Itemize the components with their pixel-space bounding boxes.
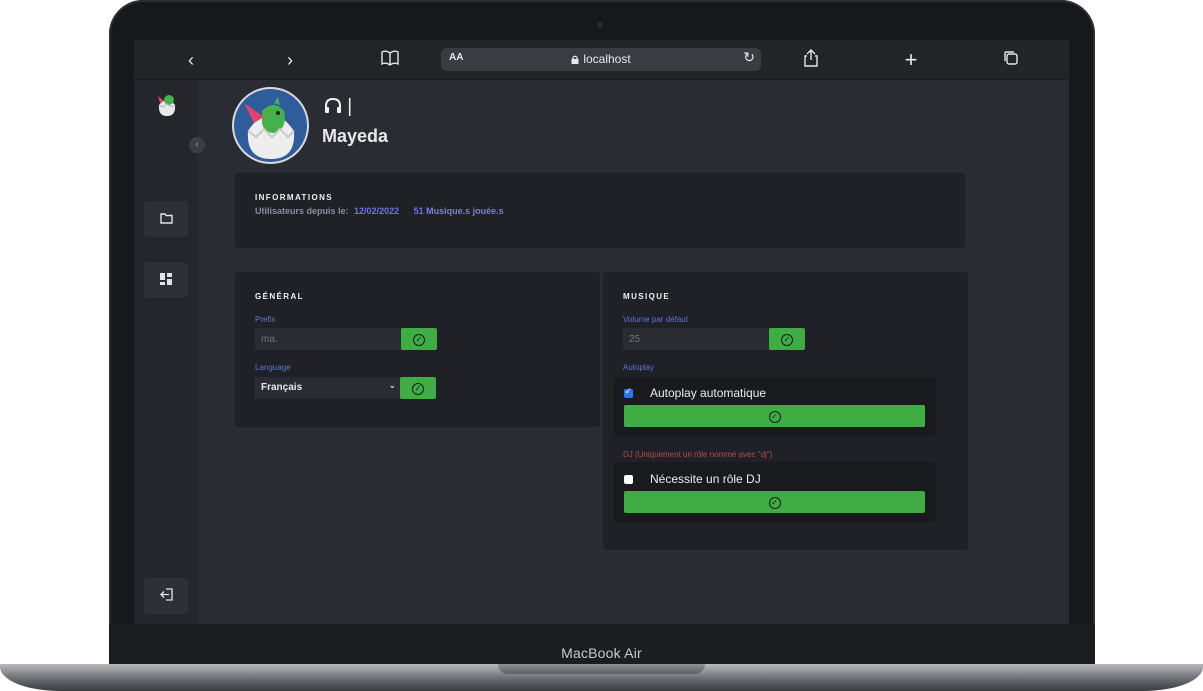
sidebar-item-servers[interactable] bbox=[144, 201, 188, 237]
musique-title: MUSIQUE bbox=[623, 292, 671, 301]
user-tag-line: | bbox=[324, 96, 352, 118]
folder-icon bbox=[159, 213, 173, 224]
sidebar-item-dashboard[interactable] bbox=[144, 262, 188, 298]
reload-icon[interactable]: ↻ bbox=[743, 49, 755, 66]
headphones-icon bbox=[325, 97, 341, 113]
tabs-overview-icon[interactable] bbox=[1000, 49, 1022, 71]
sidebar: ‹ bbox=[134, 80, 205, 624]
dragon-egg-logo-icon bbox=[158, 95, 176, 116]
informations-card: INFORMATIONS Utilisateurs depuis le: 12/… bbox=[235, 173, 965, 248]
user-name: Mayeda bbox=[322, 126, 389, 146]
dragon-avatar-icon bbox=[244, 97, 295, 159]
url-label: localhost bbox=[583, 52, 631, 66]
dashboard-icon bbox=[160, 273, 172, 285]
autoplay-checkbox-label: Autoplay automatique bbox=[650, 386, 767, 400]
dj-group: Nécessite un rôle DJ ✓ bbox=[614, 462, 936, 522]
url-text: localhost bbox=[441, 52, 761, 66]
app-logo[interactable] bbox=[154, 92, 180, 118]
share-arrow-icon bbox=[804, 49, 818, 67]
browser-toolbar: ‹ › AA localhost ↻ + bbox=[134, 40, 1069, 80]
bookmarks-icon[interactable] bbox=[379, 49, 401, 71]
logout-icon bbox=[159, 588, 173, 601]
check-circle-icon: ✓ bbox=[768, 410, 781, 423]
language-save-button[interactable]: ✓ bbox=[400, 377, 436, 399]
dj-save-button[interactable]: ✓ bbox=[624, 491, 925, 513]
check-circle-icon: ✓ bbox=[412, 382, 424, 395]
dj-checkbox[interactable] bbox=[624, 475, 633, 484]
screen: ‹ › AA localhost ↻ + ‹ | Mayeda INFORMAT… bbox=[134, 40, 1069, 624]
autoplay-checkbox[interactable] bbox=[624, 386, 633, 398]
dj-label: DJ (Uniquement un rôle nommé avec "dj") bbox=[623, 450, 773, 459]
back-icon[interactable]: ‹ bbox=[180, 49, 202, 71]
general-title: GÉNÉRAL bbox=[255, 292, 304, 301]
volume-save-button[interactable]: ✓ bbox=[769, 328, 805, 350]
forward-icon[interactable]: › bbox=[279, 49, 301, 71]
informations-title: INFORMATIONS bbox=[255, 193, 333, 202]
check-circle-icon: ✓ bbox=[768, 496, 781, 509]
address-bar[interactable]: AA localhost ↻ bbox=[441, 48, 761, 71]
language-label: Language bbox=[255, 363, 291, 372]
laptop-notch bbox=[498, 664, 705, 674]
share-icon[interactable] bbox=[800, 49, 822, 71]
check-circle-icon: ✓ bbox=[413, 333, 425, 346]
dj-checkbox-label: Nécessite un rôle DJ bbox=[650, 472, 761, 486]
prefix-input[interactable] bbox=[255, 328, 401, 350]
language-selected-value: Français bbox=[261, 382, 303, 393]
camera-icon bbox=[597, 22, 603, 28]
user-tag-separator: | bbox=[347, 96, 353, 117]
book-icon bbox=[381, 50, 399, 66]
musique-card: MUSIQUE Volume par défaut ✓ Autoplay Aut… bbox=[603, 272, 968, 550]
chevron-down-icon: ⌄ bbox=[388, 380, 396, 390]
autoplay-save-button[interactable]: ✓ bbox=[624, 405, 925, 427]
sidebar-collapse-button[interactable]: ‹ bbox=[189, 137, 205, 153]
logout-button[interactable] bbox=[144, 578, 188, 614]
language-select[interactable]: Français ⌄ bbox=[255, 377, 400, 399]
volume-label: Volume par défaut bbox=[623, 315, 688, 324]
avatar bbox=[234, 89, 307, 162]
informations-details: Utilisateurs depuis le: 12/02/2022 51 Mu… bbox=[255, 206, 504, 216]
lock-icon bbox=[571, 55, 579, 64]
played-count: 51 bbox=[413, 206, 424, 216]
member-since-date: 12/02/2022 bbox=[354, 206, 400, 216]
played-label: Musique.s jouée.s bbox=[426, 206, 504, 216]
prefix-save-button[interactable]: ✓ bbox=[401, 328, 437, 350]
autoplay-group: Autoplay automatique ✓ bbox=[614, 377, 936, 436]
new-tab-icon[interactable]: + bbox=[900, 49, 922, 71]
prefix-label: Prefix bbox=[255, 315, 276, 324]
general-card: GÉNÉRAL Prefix ✓ Language Français ⌄ ✓ bbox=[235, 272, 600, 427]
device-brand-label: MacBook Air bbox=[561, 645, 642, 661]
member-since-label: Utilisateurs depuis le: bbox=[255, 206, 349, 216]
tabs-icon bbox=[1004, 51, 1018, 65]
check-circle-icon: ✓ bbox=[781, 333, 793, 346]
autoplay-label: Autoplay bbox=[623, 363, 655, 372]
volume-input[interactable] bbox=[623, 328, 769, 350]
